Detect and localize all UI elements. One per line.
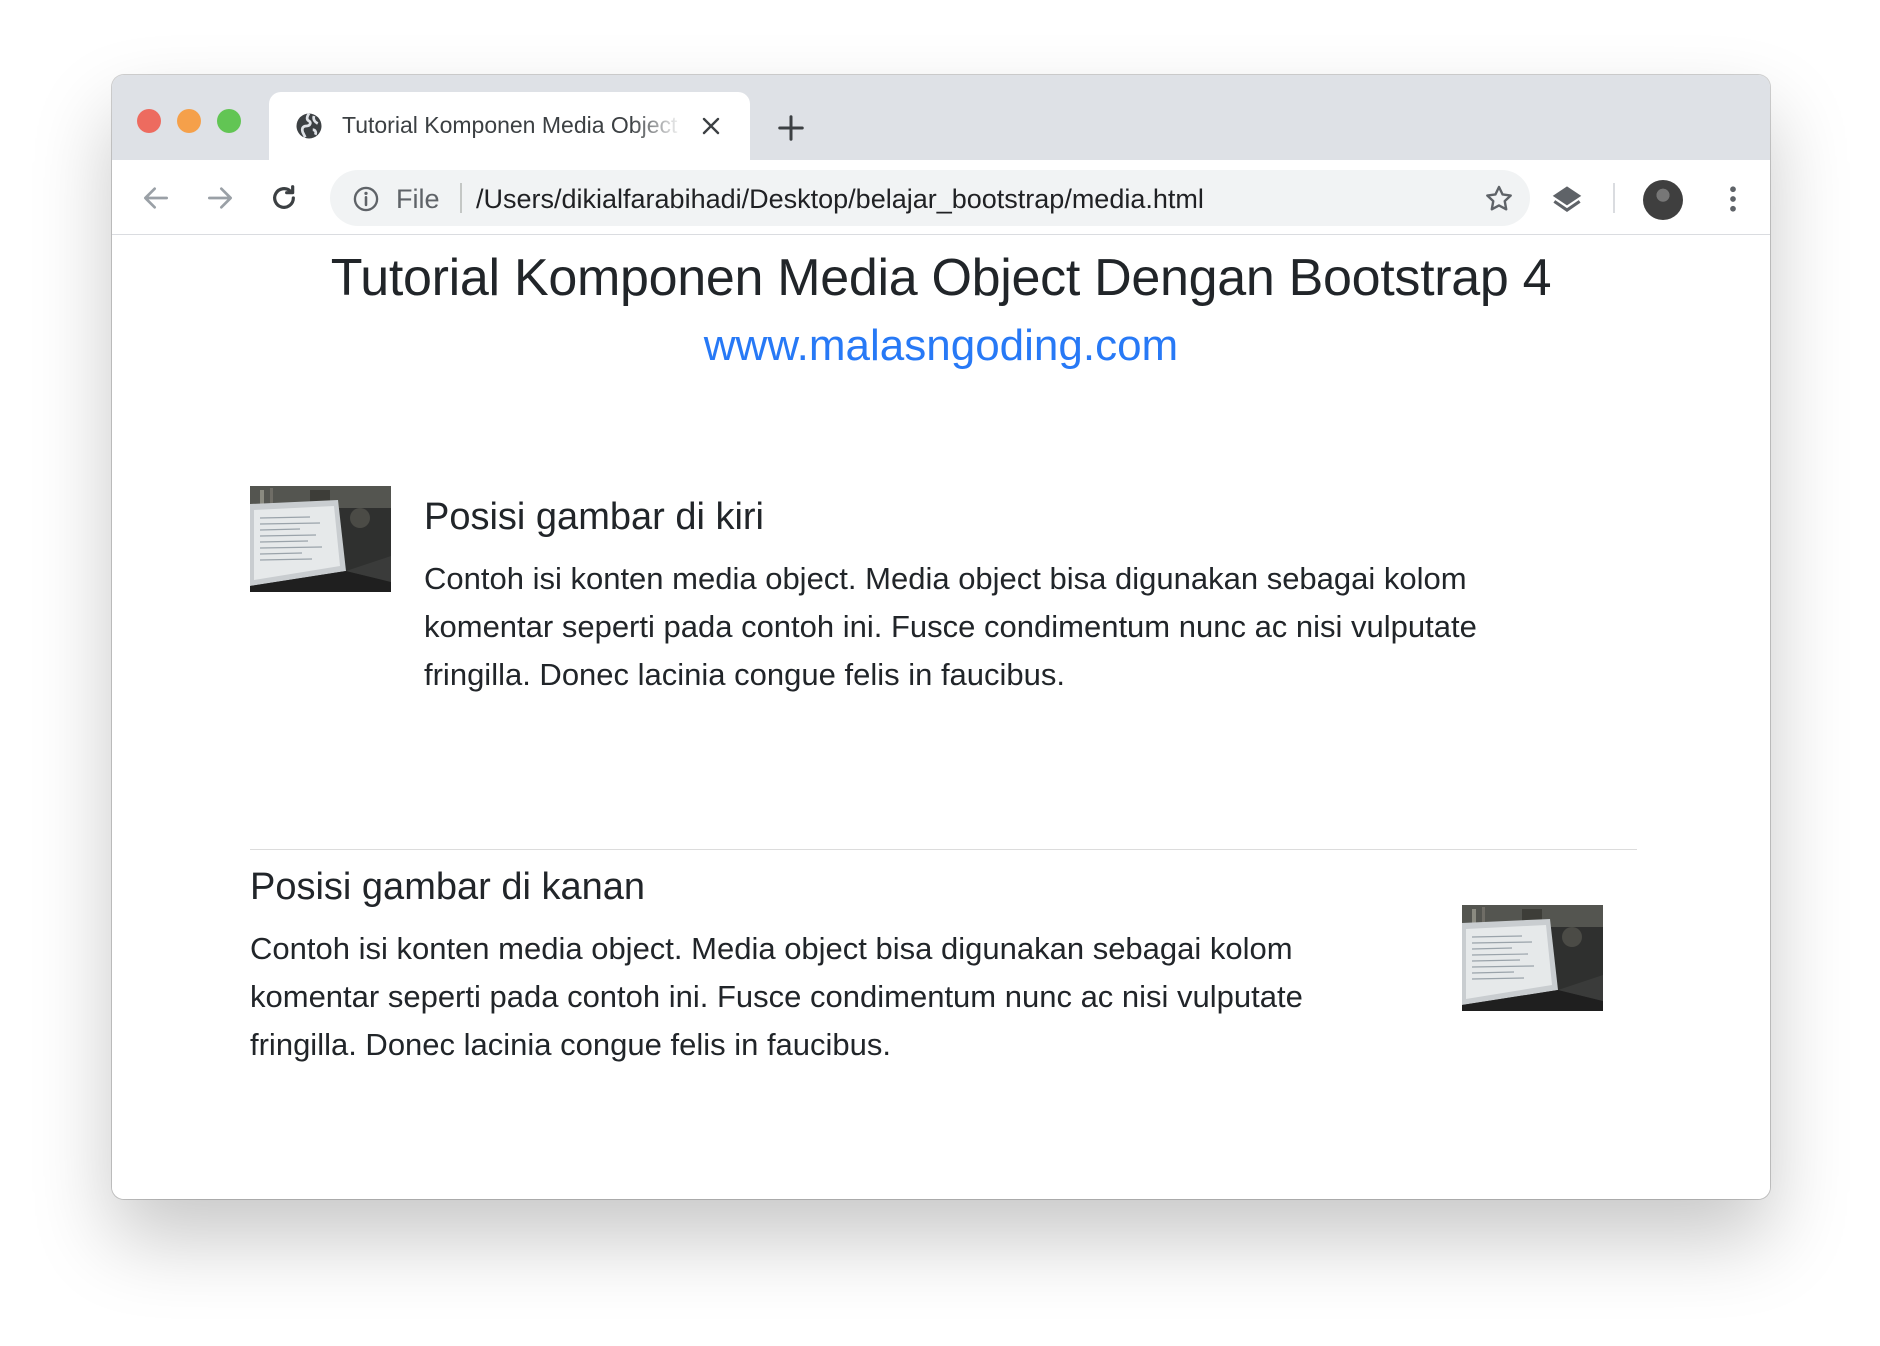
back-arrow-icon[interactable] [140,182,172,214]
tab-strip: Tutorial Komponen Media Object Dengan Bo… [112,75,1770,160]
info-icon[interactable] [352,185,380,213]
media-object-right: Posisi gambar di kanan Contoh isi konten… [250,856,1634,1096]
forward-arrow-icon[interactable] [204,182,236,214]
page-content: Tutorial Komponen Media Object Dengan Bo… [112,236,1770,1199]
address-separator [460,183,462,213]
media-thumbnail-laptop [250,486,391,592]
window-maximize-button[interactable] [217,109,241,133]
new-tab-plus-icon[interactable] [776,113,806,143]
toolbar-divider [1613,183,1615,213]
reload-icon[interactable] [268,182,300,214]
kebab-menu-icon[interactable] [1715,181,1751,217]
window-close-button[interactable] [137,109,161,133]
tab-active[interactable]: Tutorial Komponen Media Object Dengan Bo… [269,92,750,160]
media-text: Contoh isi konten media object. Media ob… [424,561,1477,692]
media-body: Posisi gambar di kanan Contoh isi konten… [250,856,1400,1069]
browser-toolbar: File /Users/dikialfarabihadi/Desktop/bel… [112,160,1770,235]
globe-icon [296,112,322,139]
url-scheme-label: File [396,184,440,214]
browser-window: Tutorial Komponen Media Object Dengan Bo… [112,75,1770,1199]
media-body: Posisi gambar di kiri Contoh isi konten … [424,486,1564,699]
media-text: Contoh isi konten media object. Media ob… [250,931,1303,1062]
horizontal-divider [250,849,1637,850]
window-minimize-button[interactable] [177,109,201,133]
address-bar[interactable]: File /Users/dikialfarabihadi/Desktop/bel… [330,170,1530,226]
page-title: Tutorial Komponen Media Object Dengan Bo… [330,249,1552,307]
media-heading: Posisi gambar di kiri [424,496,764,538]
tab-title: Tutorial Komponen Media Object Dengan Bo… [342,112,682,138]
bookmark-star-icon[interactable] [1483,183,1515,215]
media-heading: Posisi gambar di kanan [250,866,645,908]
profile-avatar[interactable] [1643,180,1683,220]
media-thumbnail-laptop [1462,905,1603,1011]
extension-layers-icon[interactable] [1548,180,1586,218]
media-object-left: Posisi gambar di kiri Contoh isi konten … [250,486,1634,726]
close-icon[interactable] [699,114,723,138]
url-text[interactable]: /Users/dikialfarabihadi/Desktop/belajar_… [476,184,1204,215]
site-link[interactable]: www.malasngoding.com [112,321,1770,371]
